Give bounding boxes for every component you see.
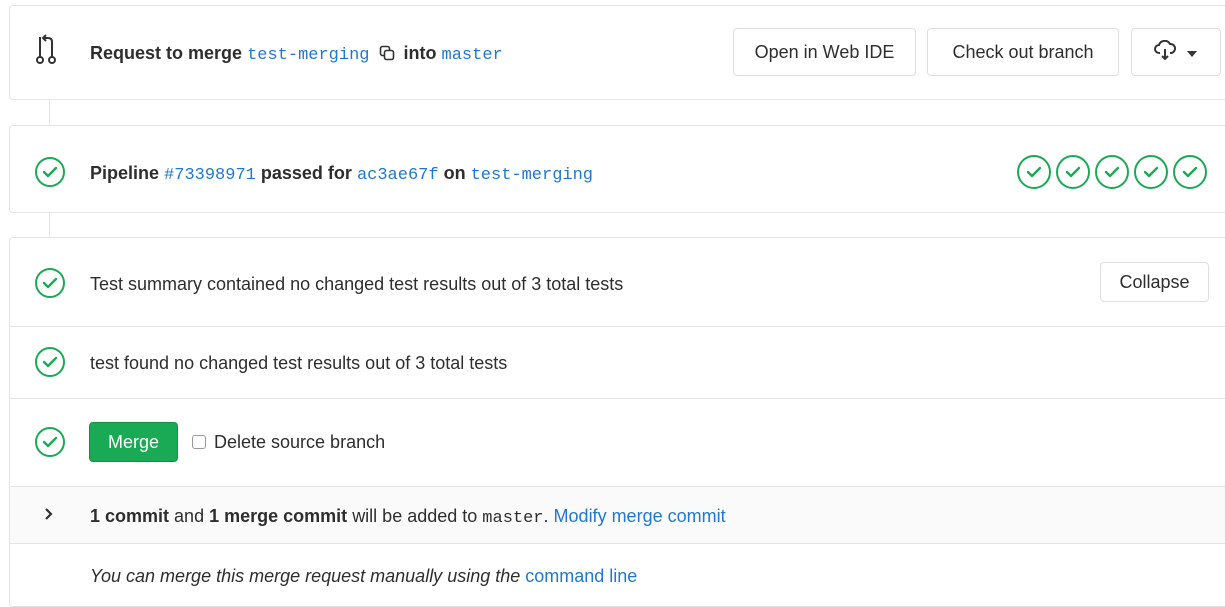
merge-commit-count: 1 merge commit — [209, 506, 348, 526]
stage-passed-icon[interactable] — [1172, 154, 1208, 195]
status-success-icon — [34, 267, 66, 299]
delete-source-branch-checkbox[interactable] — [192, 435, 206, 449]
merge-request-header: Request to merge test-merging into maste… — [9, 5, 1225, 100]
status-success-icon — [34, 346, 66, 378]
target-branch-name: master — [482, 509, 544, 528]
into-label: into — [403, 43, 437, 63]
and-label: and — [174, 506, 205, 526]
commit-count: 1 commit — [90, 506, 170, 526]
target-branch-link[interactable]: master — [442, 46, 503, 65]
pipeline-card: Pipeline #73398971 passed for ac3ae67f o… — [9, 125, 1225, 213]
manual-merge-text: You can merge this merge request manuall… — [90, 566, 637, 587]
request-label: Request to merge — [90, 43, 243, 63]
stage-passed-icon[interactable] — [1055, 154, 1091, 195]
commit-sha-link[interactable]: ac3ae67f — [357, 166, 439, 185]
will-be-added-label: will be added to — [352, 506, 478, 526]
divider — [10, 398, 1225, 399]
stage-passed-icon[interactable] — [1094, 154, 1130, 195]
cloud-download-icon — [1154, 39, 1177, 65]
command-line-link[interactable]: command line — [525, 566, 637, 586]
merge-request-title: Request to merge test-merging into maste… — [90, 43, 503, 66]
modify-merge-commit-link[interactable]: Modify merge commit — [554, 506, 726, 526]
pipeline-label: Pipeline — [90, 163, 160, 183]
manual-merge-label: You can merge this merge request manuall… — [90, 566, 521, 586]
on-label: on — [443, 163, 466, 183]
copy-branch-icon[interactable] — [379, 45, 395, 66]
passed-for-label: passed for — [260, 163, 352, 183]
check-out-branch-button[interactable]: Check out branch — [927, 28, 1119, 76]
merge-request-icon — [36, 34, 56, 69]
download-dropdown-button[interactable] — [1131, 28, 1221, 76]
timeline-connector — [49, 212, 50, 237]
merge-button[interactable]: Merge — [89, 422, 178, 462]
stage-passed-icon[interactable] — [1133, 154, 1169, 195]
collapse-button[interactable]: Collapse — [1100, 262, 1209, 302]
open-web-ide-button[interactable]: Open in Web IDE — [733, 28, 916, 76]
status-success-icon — [34, 156, 66, 188]
commits-summary: 1 commit and 1 merge commit will be adde… — [90, 506, 726, 528]
test-summary-text: Test summary contained no changed test r… — [90, 274, 624, 294]
divider — [10, 326, 1225, 327]
pipeline-branch-link[interactable]: test-merging — [471, 166, 593, 185]
status-success-icon — [34, 426, 66, 458]
test-suite-text[interactable]: test found no changed test results out o… — [90, 353, 507, 374]
commits-section: 1 commit and 1 merge commit will be adde… — [10, 486, 1225, 544]
source-branch-link[interactable]: test-merging — [247, 46, 369, 65]
delete-source-branch-label[interactable]: Delete source branch — [214, 432, 385, 453]
stage-passed-icon[interactable] — [1016, 154, 1052, 195]
chevron-right-icon[interactable] — [44, 507, 54, 526]
pipeline-stages — [1016, 154, 1208, 195]
pipeline-id-link[interactable]: #73398971 — [164, 166, 256, 185]
pipeline-status-text: Pipeline #73398971 passed for ac3ae67f o… — [90, 163, 593, 185]
merge-widget: Test summary contained no changed test r… — [9, 237, 1225, 607]
caret-down-icon — [1186, 42, 1198, 63]
timeline-connector — [49, 100, 50, 125]
